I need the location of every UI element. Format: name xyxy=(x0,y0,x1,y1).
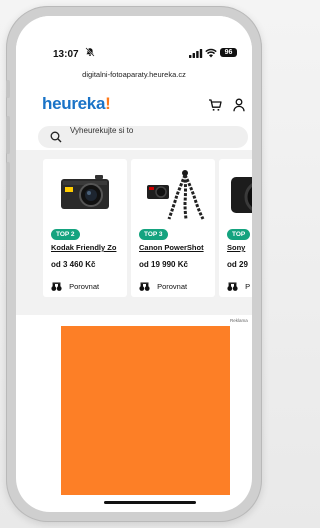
volume-down-button xyxy=(6,162,10,200)
dslr-camera-icon xyxy=(231,177,252,213)
wifi-icon xyxy=(205,48,217,58)
logo-mark: ! xyxy=(105,94,111,113)
user-icon[interactable] xyxy=(233,98,245,112)
product-name-link[interactable]: Kodak Friendly Zo xyxy=(51,243,131,252)
rank-badge: TOP 3 xyxy=(139,229,168,240)
address-bar[interactable]: digitalni-fotoaparaty.heureka.cz xyxy=(16,67,252,83)
product-name-link[interactable]: Sony xyxy=(227,243,252,252)
product-card[interactable]: TOP 2 Kodak Friendly Zo od 3 460 Kč Poro… xyxy=(43,159,127,297)
compare-button[interactable]: P xyxy=(227,276,250,291)
search-icon xyxy=(50,131,62,143)
product-carousel[interactable]: TOP 2 Kodak Friendly Zo od 3 460 Kč Poro… xyxy=(16,150,252,315)
compare-label: P xyxy=(245,282,251,291)
product-price: od 29 xyxy=(227,260,248,269)
binoculars-icon xyxy=(227,282,238,291)
product-name-link[interactable]: Canon PowerShot xyxy=(139,243,219,252)
compare-button[interactable]: Porovnat xyxy=(51,276,99,291)
cart-icon[interactable] xyxy=(208,98,222,112)
product-card[interactable]: TOP 3 Canon PowerShot od 19 990 Kč Porov… xyxy=(131,159,215,297)
binoculars-icon xyxy=(51,282,62,291)
battery-indicator: 96 xyxy=(220,48,237,57)
binoculars-icon xyxy=(139,282,150,291)
product-card[interactable]: TOP Sony od 29 P xyxy=(219,159,252,297)
heureka-logo[interactable]: heureka! xyxy=(42,94,111,114)
product-price: od 3 460 Kč xyxy=(51,260,96,269)
advertisement-banner[interactable] xyxy=(61,326,230,495)
product-price: od 19 990 Kč xyxy=(139,260,188,269)
cellular-signal-icon xyxy=(189,49,203,58)
compare-label: Porovnat xyxy=(69,282,100,291)
home-indicator[interactable] xyxy=(104,501,196,504)
ad-label: Reklama xyxy=(230,318,248,323)
rank-badge: TOP 2 xyxy=(51,229,80,240)
compact-camera-icon xyxy=(61,175,109,209)
compare-button[interactable]: Porovnat xyxy=(139,276,187,291)
site-header: heureka! xyxy=(16,94,252,122)
status-bar: 13:07 96 xyxy=(16,16,252,68)
camera-tripod-icon xyxy=(147,170,205,220)
volume-up-button xyxy=(6,116,10,154)
phone-screen: 13:07 96 digitalni-fotoaparaty.heureka.c… xyxy=(16,16,252,512)
rank-badge: TOP xyxy=(227,229,251,240)
search-input[interactable]: Vyheurekujte si to xyxy=(38,126,248,148)
bell-muted-icon xyxy=(85,47,95,57)
status-time: 13:07 xyxy=(53,49,79,60)
mute-switch xyxy=(6,80,10,98)
compare-label: Porovnat xyxy=(157,282,188,291)
logo-text: heureka xyxy=(42,94,106,113)
search-placeholder: Vyheurekujte si to xyxy=(70,126,134,135)
